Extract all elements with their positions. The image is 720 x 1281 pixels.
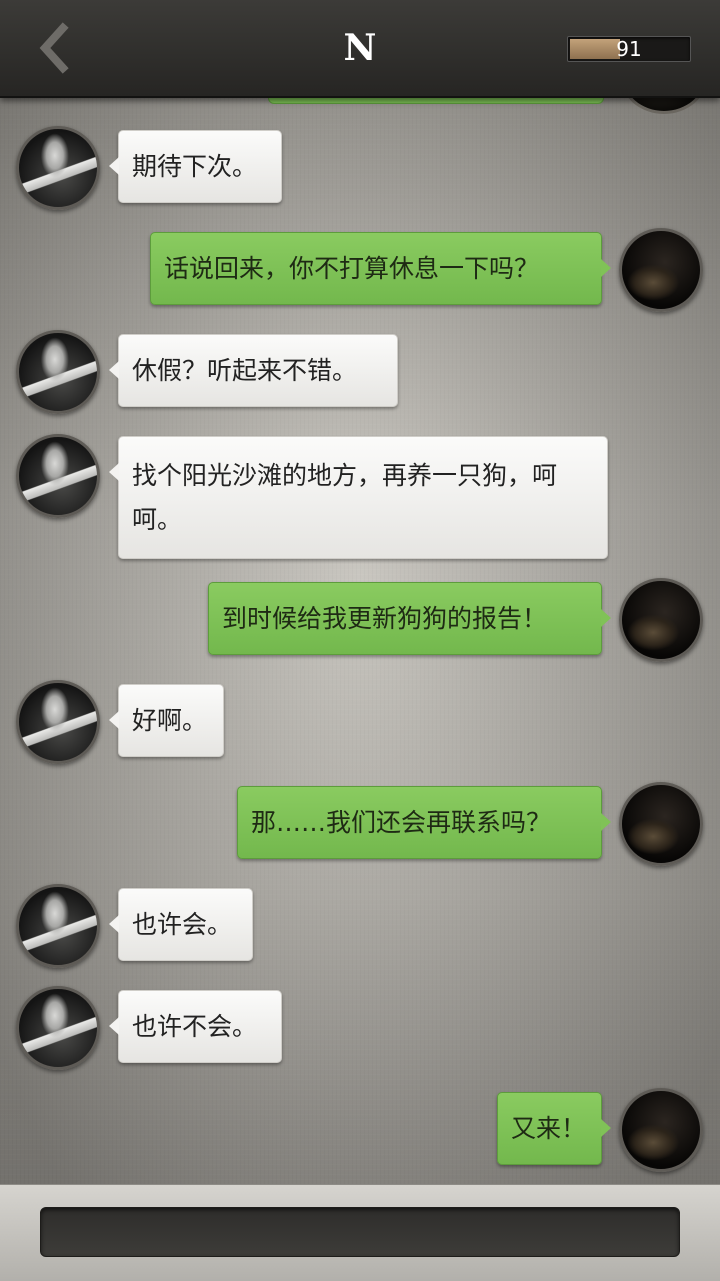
- outgoing-message-bubble: 话说回来，你不打算休息一下吗？: [150, 232, 611, 305]
- incoming-message-bubble: 也许不会。: [109, 990, 282, 1063]
- user-avatar[interactable]: [619, 782, 703, 866]
- chevron-left-icon: [39, 22, 69, 74]
- input-bar: [0, 1184, 720, 1281]
- message-input[interactable]: [40, 1207, 680, 1257]
- top-bar: N 91: [0, 0, 720, 98]
- incoming-message-bubble: 好啊。: [109, 684, 224, 757]
- outgoing-message-bubble: 又来！: [497, 1092, 611, 1165]
- contact-avatar[interactable]: [16, 126, 100, 210]
- user-avatar[interactable]: [619, 1088, 703, 1172]
- contact-avatar[interactable]: [16, 680, 100, 764]
- back-button[interactable]: [28, 20, 78, 76]
- contact-name-title: N: [343, 27, 377, 69]
- user-avatar[interactable]: [619, 228, 703, 312]
- incoming-message-bubble: 休假？听起来不错。: [109, 334, 398, 407]
- incoming-message-bubble: 找个阳光沙滩的地方，再养一只狗，呵呵。: [109, 436, 608, 559]
- message-list[interactable]: 期待下次。 话说回来，你不打算休息一下吗？ 休假？听起来不错。 找个阳光沙滩的地…: [0, 96, 720, 1184]
- partial-user-avatar: [620, 96, 708, 114]
- energy-meter: 91: [567, 36, 691, 62]
- energy-meter-value: 91: [616, 37, 642, 61]
- contact-avatar[interactable]: [16, 986, 100, 1070]
- contact-avatar[interactable]: [16, 330, 100, 414]
- outgoing-message-bubble: 到时候给我更新狗狗的报告！: [208, 582, 611, 655]
- incoming-message-bubble: 也许会。: [109, 888, 253, 961]
- user-avatar[interactable]: [619, 578, 703, 662]
- contact-avatar[interactable]: [16, 434, 100, 518]
- incoming-message-bubble: 期待下次。: [109, 130, 282, 203]
- contact-avatar[interactable]: [16, 884, 100, 968]
- outgoing-message-bubble: 那……我们还会再联系吗？: [237, 786, 611, 859]
